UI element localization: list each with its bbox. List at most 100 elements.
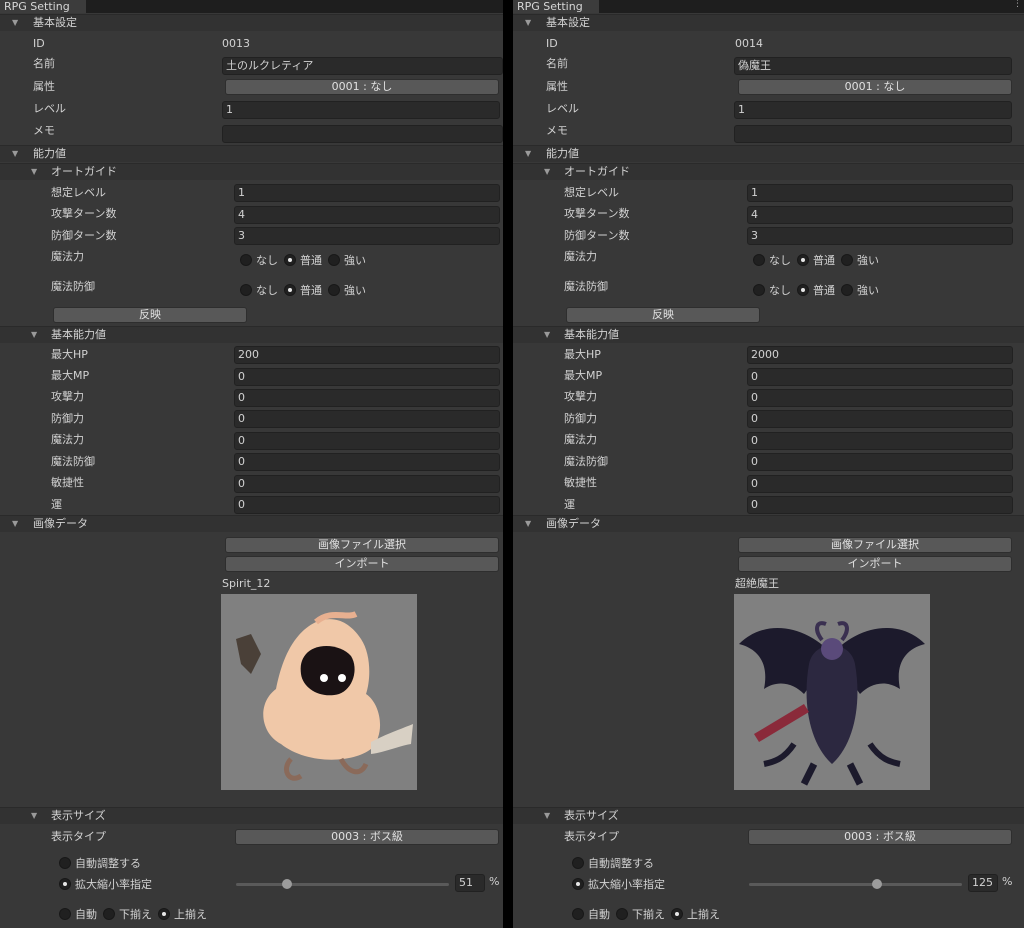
align-bottom[interactable]: 下揃え: [103, 906, 152, 922]
stat-field-luck[interactable]: 0: [747, 496, 1013, 514]
def-turns-field[interactable]: 3: [234, 227, 500, 245]
radio-icon[interactable]: [753, 254, 765, 266]
tab-rpg-setting[interactable]: RPG Setting: [0, 0, 86, 13]
chevron-down-icon[interactable]: ▼: [12, 149, 18, 158]
name-field[interactable]: 土のルクレティア: [222, 57, 503, 75]
align-top[interactable]: 上揃え: [158, 906, 207, 922]
chevron-down-icon[interactable]: ▼: [544, 167, 550, 176]
radio-icon[interactable]: [572, 908, 584, 920]
section-autoguide[interactable]: ▼ オートガイド: [0, 163, 503, 180]
option-normal[interactable]: 普通: [797, 252, 835, 268]
stat-field-luck[interactable]: 0: [234, 496, 500, 514]
stat-field-attack[interactable]: 0: [234, 389, 500, 407]
stat-field-magic[interactable]: 0: [747, 432, 1013, 450]
stat-field-defense[interactable]: 0: [234, 410, 500, 428]
stat-field-max-mp[interactable]: 0: [234, 368, 500, 386]
stat-field-magic-defense[interactable]: 0: [747, 453, 1013, 471]
display-type-dropdown[interactable]: 0003 : ボス級: [235, 829, 499, 845]
radio-icon[interactable]: [328, 284, 340, 296]
option-none[interactable]: なし: [753, 252, 791, 268]
radio-selected-icon[interactable]: [59, 878, 71, 890]
apply-button[interactable]: 反映: [53, 307, 247, 323]
stat-field-agility[interactable]: 0: [747, 475, 1013, 493]
level-field[interactable]: 1: [222, 101, 500, 119]
align-bottom[interactable]: 下揃え: [616, 906, 665, 922]
option-normal[interactable]: 普通: [284, 252, 322, 268]
option-none[interactable]: なし: [240, 252, 278, 268]
radio-selected-icon[interactable]: [572, 878, 584, 890]
radio-selected-icon[interactable]: [797, 254, 809, 266]
radio-icon[interactable]: [59, 908, 71, 920]
attr-dropdown[interactable]: 0001 : なし: [225, 79, 499, 95]
stat-field-attack[interactable]: 0: [747, 389, 1013, 407]
assumed-level-field[interactable]: 1: [234, 184, 500, 202]
align-auto[interactable]: 自動: [572, 906, 610, 922]
option-strong[interactable]: 強い: [841, 252, 879, 268]
chevron-down-icon[interactable]: ▼: [31, 330, 37, 339]
radio-icon[interactable]: [328, 254, 340, 266]
level-field[interactable]: 1: [734, 101, 1012, 119]
align-auto[interactable]: 自動: [59, 906, 97, 922]
more-menu-icon[interactable]: ⋮: [1013, 0, 1022, 9]
scale-option[interactable]: 拡大縮小率指定: [572, 876, 665, 892]
scale-slider[interactable]: [236, 883, 449, 886]
select-image-file-button[interactable]: 画像ファイル選択: [738, 537, 1012, 553]
scale-slider-handle[interactable]: [871, 879, 882, 889]
option-normal[interactable]: 普通: [284, 282, 322, 298]
auto-adjust-option[interactable]: 自動調整する: [572, 855, 654, 871]
section-ability[interactable]: ▼ 能力値: [0, 145, 503, 162]
tab-rpg-setting[interactable]: RPG Setting: [513, 0, 599, 13]
auto-adjust-option[interactable]: 自動調整する: [59, 855, 141, 871]
option-none[interactable]: なし: [240, 282, 278, 298]
option-strong[interactable]: 強い: [328, 282, 366, 298]
option-none[interactable]: なし: [753, 282, 791, 298]
assumed-level-field[interactable]: 1: [747, 184, 1013, 202]
radio-icon[interactable]: [841, 284, 853, 296]
radio-icon[interactable]: [841, 254, 853, 266]
import-button[interactable]: インポート: [225, 556, 499, 572]
atk-turns-field[interactable]: 4: [747, 206, 1013, 224]
attr-dropdown[interactable]: 0001 : なし: [738, 79, 1012, 95]
section-autoguide[interactable]: ▼ オートガイド: [513, 163, 1024, 180]
display-type-dropdown[interactable]: 0003 : ボス級: [748, 829, 1012, 845]
section-base-stats[interactable]: ▼ 基本能力値: [513, 326, 1024, 343]
section-basic[interactable]: ▼ 基本設定: [0, 14, 503, 31]
chevron-down-icon[interactable]: ▼: [12, 18, 18, 27]
chevron-down-icon[interactable]: ▼: [544, 330, 550, 339]
chevron-down-icon[interactable]: ▼: [525, 149, 531, 158]
stat-field-defense[interactable]: 0: [747, 410, 1013, 428]
option-normal[interactable]: 普通: [797, 282, 835, 298]
radio-selected-icon[interactable]: [671, 908, 683, 920]
memo-field[interactable]: [734, 125, 1012, 143]
radio-selected-icon[interactable]: [284, 254, 296, 266]
scale-value-field[interactable]: 51: [455, 874, 485, 892]
atk-turns-field[interactable]: 4: [234, 206, 500, 224]
stat-field-max-hp[interactable]: 2000: [747, 346, 1013, 364]
radio-selected-icon[interactable]: [284, 284, 296, 296]
section-base-stats[interactable]: ▼ 基本能力値: [0, 326, 503, 343]
align-top[interactable]: 上揃え: [671, 906, 720, 922]
radio-icon[interactable]: [59, 857, 71, 869]
stat-field-magic-defense[interactable]: 0: [234, 453, 500, 471]
memo-field[interactable]: [222, 125, 503, 143]
section-image[interactable]: ▼ 画像データ: [0, 515, 503, 532]
scale-option[interactable]: 拡大縮小率指定: [59, 876, 152, 892]
section-image[interactable]: ▼ 画像データ: [513, 515, 1024, 532]
chevron-down-icon[interactable]: ▼: [525, 519, 531, 528]
section-ability[interactable]: ▼ 能力値: [513, 145, 1024, 162]
chevron-down-icon[interactable]: ▼: [31, 167, 37, 176]
stat-field-magic[interactable]: 0: [234, 432, 500, 450]
scale-slider-handle[interactable]: [282, 879, 293, 889]
chevron-down-icon[interactable]: ▼: [544, 811, 550, 820]
stat-field-max-hp[interactable]: 200: [234, 346, 500, 364]
def-turns-field[interactable]: 3: [747, 227, 1013, 245]
option-strong[interactable]: 強い: [841, 282, 879, 298]
select-image-file-button[interactable]: 画像ファイル選択: [225, 537, 499, 553]
radio-selected-icon[interactable]: [797, 284, 809, 296]
option-strong[interactable]: 強い: [328, 252, 366, 268]
chevron-down-icon[interactable]: ▼: [31, 811, 37, 820]
scale-value-field[interactable]: 125: [968, 874, 998, 892]
apply-button[interactable]: 反映: [566, 307, 760, 323]
radio-icon[interactable]: [616, 908, 628, 920]
radio-icon[interactable]: [753, 284, 765, 296]
